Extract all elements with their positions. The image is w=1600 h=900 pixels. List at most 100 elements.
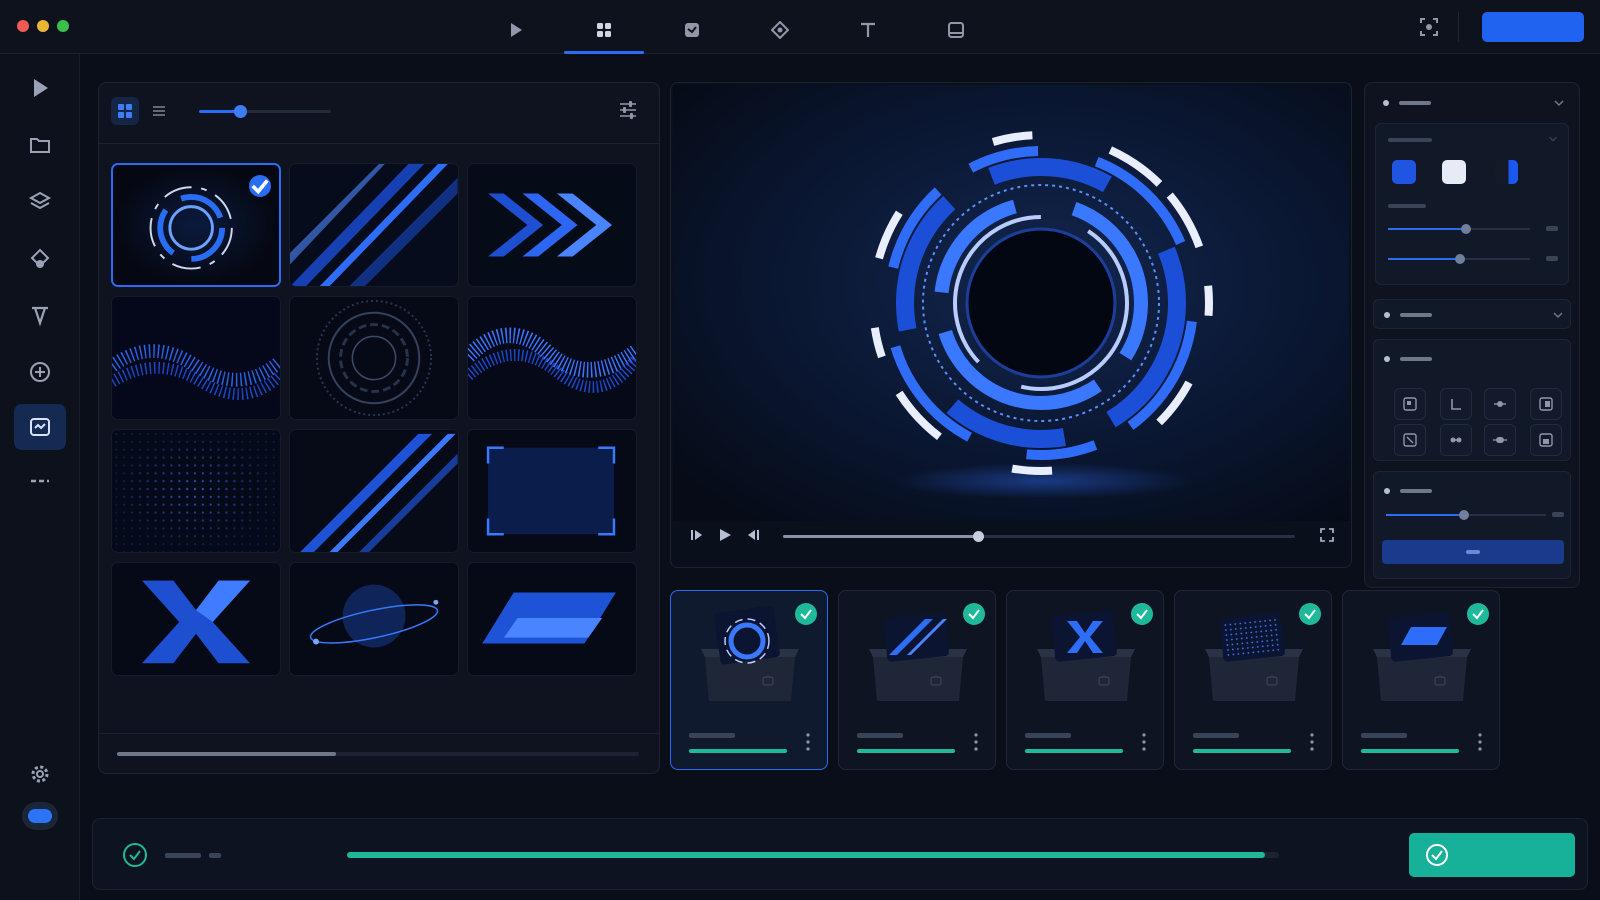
play-button[interactable] [717,527,735,545]
screen-capture-button[interactable] [1418,16,1442,40]
tab-text[interactable] [828,8,908,52]
clip-menu-button[interactable] [1477,731,1483,753]
asset-tile-light-streaks[interactable] [289,163,459,287]
fullscreen-button[interactable] [1319,527,1337,545]
sidebar-item-shapes[interactable] [14,236,66,282]
align-top-left-button[interactable] [1394,388,1426,420]
align-subpanel [1373,339,1571,461]
playhead-handle[interactable] [972,531,984,542]
thumbnail-size-slider[interactable] [199,105,331,118]
section-header-transform[interactable] [1373,299,1571,329]
distribute-vertical-button[interactable] [1484,424,1516,456]
clip-card-streaks[interactable] [838,590,996,770]
apply-button[interactable] [1382,540,1564,564]
maximize-window-button[interactable] [57,20,69,32]
asset-tile-ribbon-wave[interactable] [467,296,637,420]
clip-menu-button[interactable] [1309,731,1315,753]
clip-menu-button[interactable] [805,731,811,753]
layers-icon [28,191,52,210]
clip-progress-bar [689,749,787,753]
section-title-placeholder [1399,101,1431,105]
clip-thumbnail-ring [701,605,799,701]
asset-tile-dot-grid[interactable] [111,429,281,553]
done-check-icon [963,603,985,625]
distribute-horizontal-button[interactable] [1484,388,1516,420]
clip-menu-button[interactable] [1141,731,1147,753]
clip-menu-button[interactable] [973,731,979,753]
frame-icon [948,22,964,38]
asset-tile-frame-corners[interactable] [467,429,637,553]
section-header-appearance[interactable] [1375,91,1569,115]
align-right-button[interactable] [1530,388,1562,420]
asset-tile-chevrons[interactable] [467,163,637,287]
list-view-button[interactable] [145,97,173,125]
timeline-scrubber[interactable] [783,531,1295,542]
link-button[interactable] [1440,424,1472,456]
tab-play[interactable] [476,8,556,52]
grid-view-button[interactable] [111,97,139,125]
sidebar-item-font[interactable] [14,292,66,338]
value-placeholder [1546,256,1558,261]
sidebar-item-add[interactable] [14,349,66,395]
toggle-icon [28,809,52,823]
minimize-window-button[interactable] [37,20,49,32]
color-swatch-white[interactable] [1442,160,1466,184]
clip-card-ring[interactable] [670,590,828,770]
asset-tile-diagonal-bars[interactable] [289,429,459,553]
asset-tile-x-mark[interactable] [111,562,281,676]
asset-tile-ring-orb[interactable] [111,163,281,287]
align-bottom-left-button[interactable] [1440,388,1472,420]
library-scrollbar[interactable] [117,752,639,756]
settings-button[interactable] [14,751,66,797]
close-window-button[interactable] [17,20,29,32]
more-vertical-icon [806,733,810,751]
x-mark-thumbnail [112,563,280,675]
tab-media[interactable] [652,8,732,52]
slider-handle[interactable] [233,105,247,118]
align-center-button[interactable] [1394,424,1426,456]
slider-handle[interactable] [1461,224,1472,234]
asset-tile-particle-wave[interactable] [111,296,281,420]
inspector-slider-3[interactable] [1386,510,1546,520]
align-bottom-icon [1539,433,1553,447]
slider-handle[interactable] [1459,510,1470,520]
asset-tile-planet[interactable] [289,562,459,676]
theme-toggle[interactable] [22,802,58,830]
tab-frame[interactable] [916,8,996,52]
done-check-icon [795,603,817,625]
tab-grid[interactable] [564,8,644,54]
slider-handle[interactable] [1455,254,1466,264]
done-check-icon [1467,603,1489,625]
inspector-slider-1[interactable] [1388,224,1530,234]
step-forward-button[interactable] [745,527,763,545]
parallelogram-thumbnail [468,563,636,675]
align-bottom-button[interactable] [1530,424,1562,456]
panel-divider [99,733,659,734]
asset-tile-concentric-rings[interactable] [289,296,459,420]
primary-action-button[interactable] [1482,12,1584,42]
sidebar-item-play[interactable] [14,65,66,111]
sliders-icon [620,101,636,119]
asset-tile-parallelogram[interactable] [467,562,637,676]
sidebar-item-more[interactable] [14,458,66,504]
step-back-button[interactable] [689,527,707,545]
gear-icon [31,765,49,783]
inspector-slider-2[interactable] [1388,254,1530,264]
tab-keyframe[interactable] [740,8,820,52]
clip-card-shape[interactable] [1342,590,1500,770]
status-label-placeholder [165,853,201,858]
clip-card-grid[interactable] [1174,590,1332,770]
clip-card-x[interactable] [1006,590,1164,770]
left-sidebar [0,54,80,900]
color-swatch-blue[interactable] [1392,160,1416,184]
grid-icon [597,23,611,37]
scrollbar-thumb[interactable] [117,752,337,756]
sidebar-item-layers[interactable] [14,179,66,225]
color-swatch-split[interactable] [1494,160,1518,184]
section-title-placeholder [1400,313,1432,317]
template-icon [30,418,50,436]
sidebar-item-files[interactable] [14,122,66,168]
filter-button[interactable] [617,99,643,125]
sidebar-item-templates[interactable] [14,404,66,450]
complete-button[interactable] [1409,833,1575,877]
